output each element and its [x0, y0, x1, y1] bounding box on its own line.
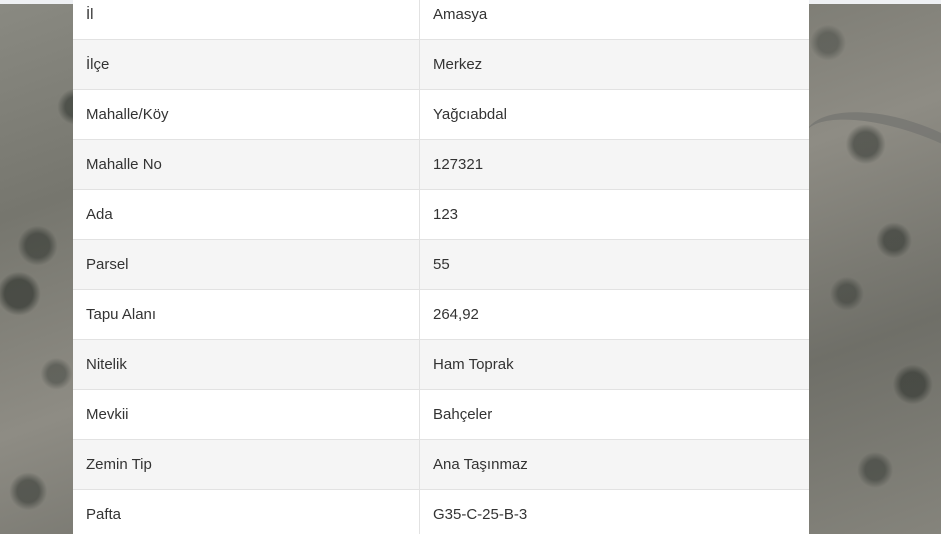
row-label-nitelik: Nitelik	[73, 339, 420, 390]
row-value-nitelik: Ham Toprak	[419, 339, 809, 390]
table-row: Ada 123	[73, 189, 809, 240]
row-label-il: İl	[73, 0, 420, 40]
row-value-parsel: 55	[419, 239, 809, 290]
table-row: Tapu Alanı 264,92	[73, 289, 809, 340]
row-value-tapu-alani: 264,92	[419, 289, 809, 340]
table-row: Mahalle No 127321	[73, 139, 809, 190]
row-value-pafta: G35-C-25-B-3	[419, 489, 809, 534]
map-background[interactable]: İl Amasya İlçe Merkez Mahalle/Köy Yağcıa…	[0, 0, 941, 534]
row-label-ada: Ada	[73, 189, 420, 240]
row-label-tapu-alani: Tapu Alanı	[73, 289, 420, 340]
satellite-road	[790, 91, 941, 239]
row-label-ilce: İlçe	[73, 39, 420, 90]
table-row: Mahalle/Köy Yağcıabdal	[73, 89, 809, 140]
table-row: Zemin Tip Ana Taşınmaz	[73, 439, 809, 490]
row-value-mevkii: Bahçeler	[419, 389, 809, 440]
row-value-mahalle-koy: Yağcıabdal	[419, 89, 809, 140]
property-info-table: İl Amasya İlçe Merkez Mahalle/Köy Yağcıa…	[73, 0, 809, 534]
table-row: Parsel 55	[73, 239, 809, 290]
row-label-pafta: Pafta	[73, 489, 420, 534]
table-row: Pafta G35-C-25-B-3	[73, 489, 809, 534]
table-row: Nitelik Ham Toprak	[73, 339, 809, 390]
row-value-mahalle-no: 127321	[419, 139, 809, 190]
row-label-parsel: Parsel	[73, 239, 420, 290]
table-row: İl Amasya	[73, 0, 809, 40]
row-label-mahalle-no: Mahalle No	[73, 139, 420, 190]
row-value-ilce: Merkez	[419, 39, 809, 90]
row-value-zemin-tip: Ana Taşınmaz	[419, 439, 809, 490]
row-label-mahalle-koy: Mahalle/Köy	[73, 89, 420, 140]
property-info-panel: İl Amasya İlçe Merkez Mahalle/Köy Yağcıa…	[73, 0, 809, 534]
row-label-mevkii: Mevkii	[73, 389, 420, 440]
row-label-zemin-tip: Zemin Tip	[73, 439, 420, 490]
table-row: İlçe Merkez	[73, 39, 809, 90]
row-value-il: Amasya	[419, 0, 809, 40]
table-row: Mevkii Bahçeler	[73, 389, 809, 440]
row-value-ada: 123	[419, 189, 809, 240]
